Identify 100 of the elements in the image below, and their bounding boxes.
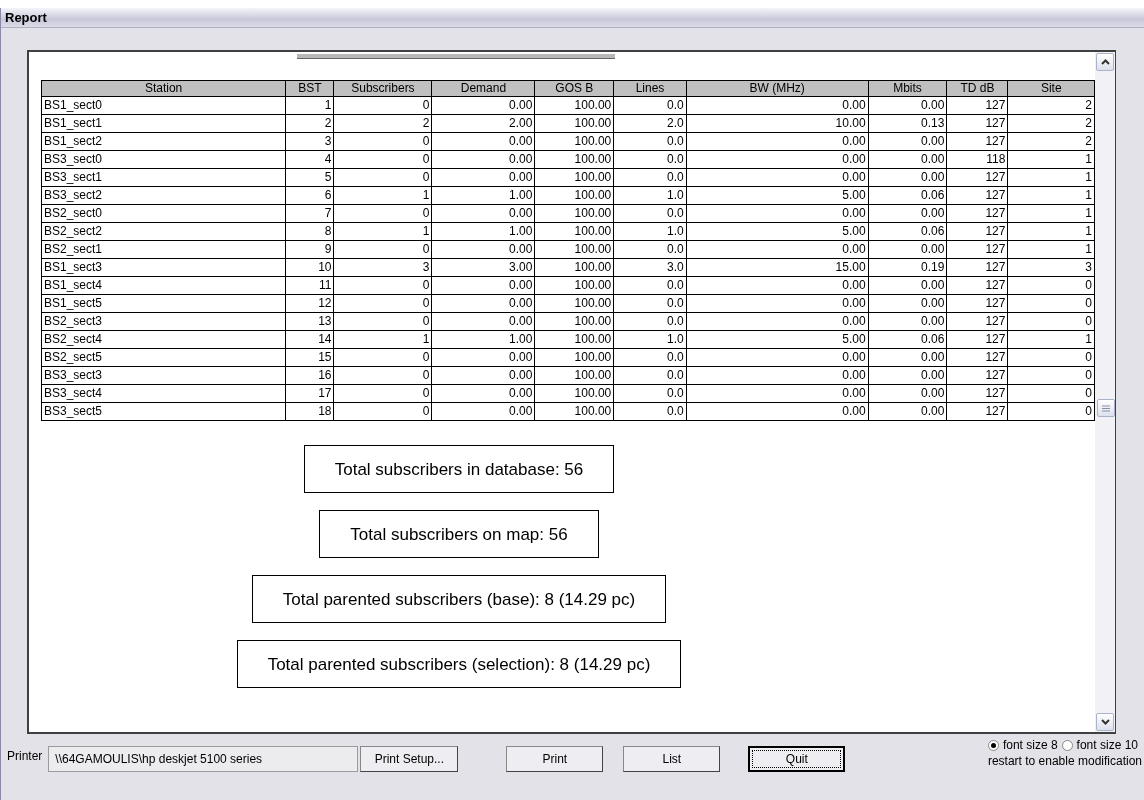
printer-field[interactable]: \\64GAMOULIS\hp deskjet 5100 series [48, 746, 359, 772]
table-cell: BS3_sect2 [41, 186, 286, 205]
column-header: BW (MHz) [686, 80, 869, 97]
table-cell: 2 [285, 114, 334, 133]
table-cell: 0.00 [868, 276, 947, 295]
table-cell: 0.00 [868, 384, 947, 403]
table-cell: 100.00 [534, 366, 614, 385]
total-label: Total parented subscribers (selection): 8 (14.29 pc) [236, 640, 682, 688]
table-cell: 0 [334, 132, 432, 151]
table-cell: 0.0 [613, 384, 687, 403]
table-cell: 0 [1007, 294, 1095, 313]
table-cell: 100.00 [534, 384, 614, 403]
table-cell: 0.00 [686, 366, 869, 385]
table-cell: 100.00 [534, 150, 614, 169]
print-button[interactable]: Print [506, 746, 604, 772]
table-cell: 100.00 [534, 240, 614, 259]
printer-label: Printer [7, 749, 43, 763]
table-cell: 16 [285, 366, 334, 385]
table-cell: 100.00 [534, 312, 614, 331]
table-cell: 0.00 [686, 312, 869, 331]
table-cell: 15 [285, 348, 334, 367]
table-cell: 0 [334, 348, 432, 367]
table-cell: 1.00 [431, 222, 535, 241]
table-cell: 127 [946, 366, 1008, 385]
table-cell: 1 [1007, 186, 1095, 205]
table-cell: 127 [946, 240, 1008, 259]
table-cell: 0.00 [686, 294, 869, 313]
print-setup-button[interactable]: Print Setup... [360, 746, 459, 772]
table-cell: BS2_sect4 [41, 330, 286, 349]
table-cell: 0.00 [868, 402, 947, 421]
scroll-thumb[interactable] [1097, 399, 1115, 417]
table-cell: 17 [285, 384, 334, 403]
table-cell: 0.00 [868, 96, 947, 115]
table-cell: 14 [285, 330, 334, 349]
table-cell: 127 [946, 114, 1008, 133]
table-cell: 5.00 [686, 330, 869, 349]
table-cell: 0.00 [868, 132, 947, 151]
font-size-option[interactable]: font size 10 [1061, 738, 1138, 752]
table-cell: 0.00 [686, 402, 869, 421]
radio-button[interactable] [1061, 739, 1073, 751]
table-cell: 127 [946, 186, 1008, 205]
table-cell: 0.0 [613, 402, 687, 421]
table-cell: 0.06 [868, 222, 947, 241]
table-cell: BS2_sect5 [41, 348, 286, 367]
scrollbar[interactable] [1095, 52, 1115, 732]
scroll-up-icon[interactable] [1096, 53, 1114, 71]
table-cell: 0.0 [613, 96, 687, 115]
table-cell: 0 [334, 312, 432, 331]
table-cell: 15.00 [686, 258, 869, 277]
list-button[interactable]: List [623, 746, 721, 772]
table-cell: 3 [334, 258, 432, 277]
table-cell: 1.0 [613, 330, 687, 349]
table-cell: 2 [1007, 114, 1095, 133]
radio-button[interactable] [987, 739, 999, 751]
table-cell: 2.0 [613, 114, 687, 133]
table-cell: 118 [946, 150, 1008, 169]
table-cell: BS3_sect5 [41, 402, 286, 421]
column-header: Mbits [868, 80, 947, 97]
table-cell: 0.0 [613, 132, 687, 151]
table-cell: 1.0 [613, 186, 687, 205]
scroll-down-icon[interactable] [1096, 713, 1114, 731]
quit-button[interactable]: Quit [748, 746, 846, 772]
total-label: Total subscribers in database: 56 [303, 445, 615, 493]
total-label: Total subscribers on map: 56 [319, 510, 599, 558]
table-cell: 0.00 [686, 204, 869, 223]
column-header: Subscribers [334, 80, 432, 97]
table-cell: BS3_sect0 [41, 150, 286, 169]
table-cell: 2.00 [431, 114, 535, 133]
table-cell: 0.00 [686, 276, 869, 295]
table-cell: 127 [946, 96, 1008, 115]
table-cell: 3.00 [431, 258, 535, 277]
column-header: Station [41, 80, 286, 97]
table-cell: 1 [1007, 240, 1095, 259]
column-header: Site [1007, 80, 1095, 97]
table-cell: 1 [1007, 204, 1095, 223]
table-cell: 0.00 [431, 402, 535, 421]
table-cell: 0.00 [686, 168, 869, 187]
table-cell: 0 [1007, 276, 1095, 295]
table-cell: 7 [285, 204, 334, 223]
table-cell: 100.00 [534, 276, 614, 295]
table-cell: 3 [1007, 258, 1095, 277]
table-cell: 5.00 [686, 222, 869, 241]
font-size-option[interactable]: font size 8 [987, 738, 1058, 752]
total-label: Total parented subscribers (base): 8 (14.29 pc) [251, 575, 667, 623]
table-cell: 127 [946, 402, 1008, 421]
table-cell: 9 [285, 240, 334, 259]
table-cell: BS2_sect2 [41, 222, 286, 241]
table-cell: 10 [285, 258, 334, 277]
table-cell: 4 [285, 150, 334, 169]
table-cell: 0.00 [868, 204, 947, 223]
table-cell: 2 [1007, 132, 1095, 151]
table-cell: 0 [334, 204, 432, 223]
table-cell: 0 [334, 150, 432, 169]
column-header: Lines [613, 80, 687, 97]
table-cell: 100.00 [534, 96, 614, 115]
table-cell: BS2_sect1 [41, 240, 286, 259]
table-cell: 127 [946, 222, 1008, 241]
table-cell: BS1_sect2 [41, 132, 286, 151]
table-cell: 0.00 [868, 168, 947, 187]
table-cell: 0.00 [431, 312, 535, 331]
